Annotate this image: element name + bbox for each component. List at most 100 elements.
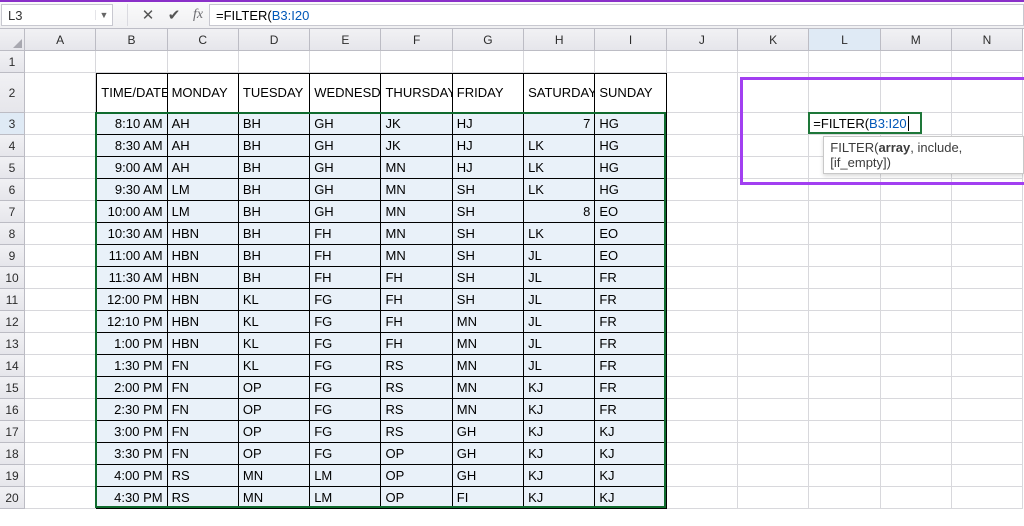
cell-J11[interactable] [667,289,738,311]
cell-B8[interactable]: 10:30 AM [96,223,167,245]
cell-E14[interactable]: FG [310,355,381,377]
cell-K12[interactable] [738,311,809,333]
cell-L15[interactable] [809,377,880,399]
cell-I12[interactable]: FR [595,311,666,333]
cell-H17[interactable]: KJ [524,421,595,443]
cell-I13[interactable]: FR [595,333,666,355]
cell-L2[interactable] [809,73,880,113]
cell-C7[interactable]: LM [168,201,239,223]
cell-J2[interactable] [667,73,738,113]
cell-D13[interactable]: KL [239,333,310,355]
cell-B15[interactable]: 2:00 PM [96,377,167,399]
cell-G4[interactable]: HJ [453,135,524,157]
cell-G2[interactable]: FRIDAY [453,73,524,113]
col-header-C[interactable]: C [168,29,239,51]
cell-A8[interactable] [25,223,96,245]
cell-A1[interactable] [25,51,96,73]
cell-I5[interactable]: HG [595,157,666,179]
col-header-M[interactable]: M [881,29,952,51]
cell-A16[interactable] [25,399,96,421]
cell-I15[interactable]: FR [595,377,666,399]
cell-C1[interactable] [168,51,239,73]
cell-N13[interactable] [952,333,1023,355]
cell-C15[interactable]: FN [168,377,239,399]
cell-E8[interactable]: FH [310,223,381,245]
cell-K5[interactable] [738,157,809,179]
cell-E3[interactable]: GH [310,113,381,135]
cell-K14[interactable] [738,355,809,377]
cell-D2[interactable]: TUESDAY [239,73,310,113]
cell-L1[interactable] [809,51,880,73]
cell-F18[interactable]: OP [381,443,452,465]
cell-B6[interactable]: 9:30 AM [96,179,167,201]
spreadsheet-grid[interactable]: ABCDEFGHIJKLMN12TIME/DATEMONDAYTUESDAYWE… [0,29,1024,509]
cell-I10[interactable]: FR [595,267,666,289]
cell-D11[interactable]: KL [239,289,310,311]
cell-C4[interactable]: AH [168,135,239,157]
cell-M16[interactable] [881,399,952,421]
col-header-G[interactable]: G [453,29,524,51]
cell-E2[interactable]: WEDNESDAY [310,73,381,113]
cell-M1[interactable] [881,51,952,73]
cell-B3[interactable]: 8:10 AM [96,113,167,135]
cell-K1[interactable] [738,51,809,73]
cell-D20[interactable]: MN [239,487,310,509]
cell-N6[interactable] [952,179,1023,201]
row-header-11[interactable]: 11 [0,289,25,311]
cell-K19[interactable] [738,465,809,487]
row-header-9[interactable]: 9 [0,245,25,267]
cell-I11[interactable]: FR [595,289,666,311]
cell-B13[interactable]: 1:00 PM [96,333,167,355]
row-header-8[interactable]: 8 [0,223,25,245]
cell-I6[interactable]: HG [595,179,666,201]
cell-K15[interactable] [738,377,809,399]
cell-N18[interactable] [952,443,1023,465]
cell-A13[interactable] [25,333,96,355]
cell-J15[interactable] [667,377,738,399]
cell-M10[interactable] [881,267,952,289]
cell-N1[interactable] [952,51,1023,73]
cell-E1[interactable] [310,51,381,73]
cell-D8[interactable]: BH [239,223,310,245]
col-header-A[interactable]: A [25,29,96,51]
cell-K18[interactable] [738,443,809,465]
cell-A6[interactable] [25,179,96,201]
cell-N19[interactable] [952,465,1023,487]
row-header-13[interactable]: 13 [0,333,25,355]
cell-K8[interactable] [738,223,809,245]
cell-N12[interactable] [952,311,1023,333]
cell-H2[interactable]: SATURDAY [524,73,595,113]
col-header-J[interactable]: J [667,29,738,51]
cell-J20[interactable] [667,487,738,509]
cell-L6[interactable] [809,179,880,201]
row-header-3[interactable]: 3 [0,113,25,135]
col-header-B[interactable]: B [96,29,167,51]
cell-E16[interactable]: FG [310,399,381,421]
cell-B2[interactable]: TIME/DATE [96,73,167,113]
cell-A10[interactable] [25,267,96,289]
cell-B18[interactable]: 3:30 PM [96,443,167,465]
cell-M8[interactable] [881,223,952,245]
cell-H8[interactable]: LK [524,223,595,245]
cell-C16[interactable]: FN [168,399,239,421]
cell-D7[interactable]: BH [239,201,310,223]
cell-B9[interactable]: 11:00 AM [96,245,167,267]
cell-C20[interactable]: RS [168,487,239,509]
cell-K17[interactable] [738,421,809,443]
cell-I9[interactable]: EO [595,245,666,267]
cell-G16[interactable]: MN [453,399,524,421]
cell-K7[interactable] [738,201,809,223]
cell-G12[interactable]: MN [453,311,524,333]
cell-F10[interactable]: FH [381,267,452,289]
cell-H6[interactable]: LK [524,179,595,201]
cell-F9[interactable]: MN [381,245,452,267]
cell-L9[interactable] [809,245,880,267]
cell-F6[interactable]: MN [381,179,452,201]
col-header-K[interactable]: K [738,29,809,51]
cell-K9[interactable] [738,245,809,267]
row-header-2[interactable]: 2 [0,73,25,113]
cell-C12[interactable]: HBN [168,311,239,333]
cell-B19[interactable]: 4:00 PM [96,465,167,487]
cell-C13[interactable]: HBN [168,333,239,355]
row-header-5[interactable]: 5 [0,157,25,179]
